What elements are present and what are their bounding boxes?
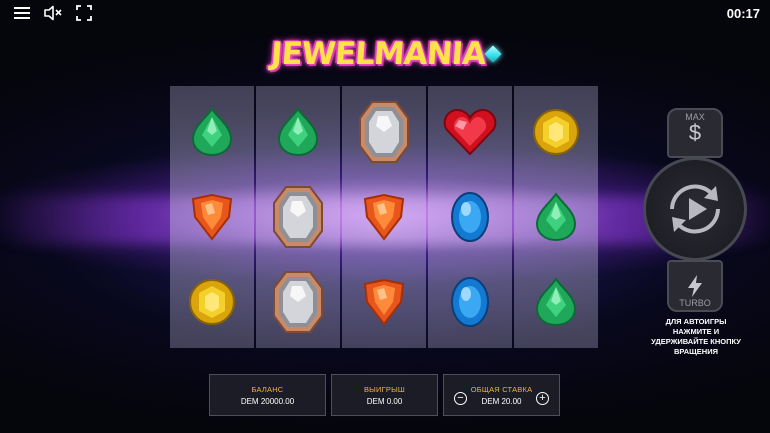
menu-button[interactable] [12,4,32,22]
speaker-muted-icon [44,5,62,21]
reel-1 [170,86,254,348]
symbol-blue-sapphire [428,260,512,344]
symbol-silver-diamond [256,260,340,344]
symbol-silver-diamond [256,175,340,259]
win-label: ВЫИГРЫШ [363,384,405,394]
balance-label: БАЛАНС [251,384,284,394]
symbol-emerald [514,260,598,344]
balance-value: DEM 20000.00 [240,396,295,406]
turbo-label: TURBO [679,298,711,308]
fullscreen-icon [76,5,92,21]
symbol-yellow-topaz [170,260,254,344]
reel-2 [256,86,340,348]
blue-sapphire-icon [451,192,489,242]
emerald-icon [191,107,233,157]
reels-area [170,86,600,348]
spin-button[interactable] [643,157,747,261]
yellow-topaz-icon [189,279,235,325]
symbol-emerald [514,175,598,259]
yellow-topaz-icon [533,109,579,155]
orange-shield-gem-icon [191,193,233,241]
ruby-heart-icon [443,108,497,156]
game-logo: JEWELMANIA [270,30,502,78]
orange-shield-gem-icon [363,193,405,241]
reel-3 [342,86,426,348]
logo-text: JEWELMANIA [270,36,487,72]
symbol-ruby-heart [428,90,512,174]
fullscreen-button[interactable] [74,4,94,22]
reel-4 [428,86,512,348]
lightning-icon [688,275,702,297]
blue-sapphire-icon [451,277,489,327]
silver-diamond-icon [273,271,323,333]
symbol-orange-shield [342,175,426,259]
symbol-orange-shield [170,175,254,259]
turbo-button[interactable]: TURBO [667,260,723,312]
increase-bet-button[interactable]: + [536,392,549,405]
win-value: DEM 0.00 [366,396,403,406]
symbol-orange-shield [342,260,426,344]
silver-diamond-icon [273,186,323,248]
sound-toggle-button[interactable] [43,4,63,22]
logo-gem-icon [484,45,502,63]
symbol-emerald [170,90,254,174]
total-bet-label: ОБЩАЯ СТАВКА [470,384,533,394]
win-box: ВЫИГРЫШ DEM 0.00 [331,374,438,416]
total-bet-box: ОБЩАЯ СТАВКА DEM 20.00 − + [443,374,560,416]
orange-shield-gem-icon [363,278,405,326]
clock: 00:17 [726,6,760,21]
emerald-icon [277,107,319,157]
symbol-silver-diamond [342,90,426,174]
max-bet-button[interactable]: MAX $ [667,108,723,158]
symbol-yellow-topaz [514,90,598,174]
spin-icon [670,184,720,234]
emerald-icon [535,277,577,327]
decrease-bet-button[interactable]: − [454,392,467,405]
balance-box: БАЛАНС DEM 20000.00 [209,374,326,416]
total-bet-value: DEM 20.00 [481,396,522,406]
dollar-icon: $ [688,120,702,145]
hamburger-menu-icon [14,7,30,19]
emerald-icon [535,192,577,242]
silver-diamond-icon [359,101,409,163]
game-stage: 00:17 JEWELMANIA MAX $ TURBO ДЛЯ АВТОИГР… [0,0,770,433]
symbol-blue-sapphire [428,175,512,259]
autoplay-hint: ДЛЯ АВТОИГРЫ НАЖМИТЕ И УДЕРЖИВАЙТЕ КНОПК… [651,317,741,356]
reel-5 [514,86,598,348]
symbol-emerald [256,90,340,174]
